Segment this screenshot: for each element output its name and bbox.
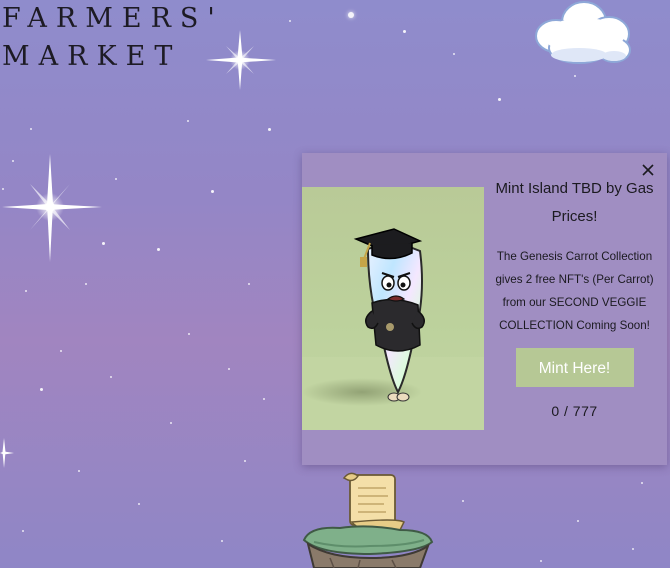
star (40, 388, 43, 391)
star (22, 530, 24, 532)
star (110, 376, 112, 378)
modal-title: Mint Island TBD by Gas Prices! (495, 180, 654, 225)
page-background: FARMERS' MARKET Mint Island TBD by Gas P… (0, 0, 670, 568)
star (263, 398, 265, 400)
star (30, 128, 32, 130)
brand-logo-line-2: MARKET (2, 41, 182, 72)
star (577, 520, 579, 522)
star (403, 30, 406, 33)
star (211, 190, 214, 193)
star (540, 560, 542, 562)
star (85, 283, 87, 285)
carrot-graduate-image (302, 187, 484, 430)
brand-logo[interactable]: FARMERS' MARKET (2, 0, 224, 76)
mint-button[interactable]: Mint Here! (515, 348, 634, 387)
brand-logo-line-1: FARMERS' (2, 3, 224, 34)
star (115, 178, 117, 180)
star (187, 120, 189, 122)
star (574, 75, 576, 77)
floating-island-scroll[interactable] (300, 470, 435, 568)
modal-content: Mint Island TBD by Gas Prices! The Genes… (488, 175, 661, 419)
star (348, 12, 354, 18)
star (453, 53, 455, 55)
mint-counter: 0 / 777 (551, 403, 598, 419)
star (170, 422, 172, 424)
star (462, 500, 464, 502)
mint-announcement-modal: Mint Island TBD by Gas Prices! The Genes… (302, 153, 667, 465)
star (25, 290, 27, 292)
star (268, 128, 271, 131)
star (248, 283, 250, 285)
modal-description: The Genesis Carrot Collection gives 2 fr… (495, 250, 654, 332)
star (221, 540, 223, 542)
star (78, 470, 80, 472)
star (632, 548, 634, 550)
star (498, 98, 501, 101)
star (60, 350, 62, 352)
star (138, 503, 140, 505)
sparkle-icon (0, 438, 14, 468)
cloud-illustration (535, 1, 631, 64)
star (188, 333, 190, 335)
star (244, 460, 246, 462)
star (641, 482, 643, 484)
sparkle-icon (2, 154, 102, 262)
star (157, 248, 160, 251)
star (289, 20, 291, 22)
star (228, 368, 230, 370)
